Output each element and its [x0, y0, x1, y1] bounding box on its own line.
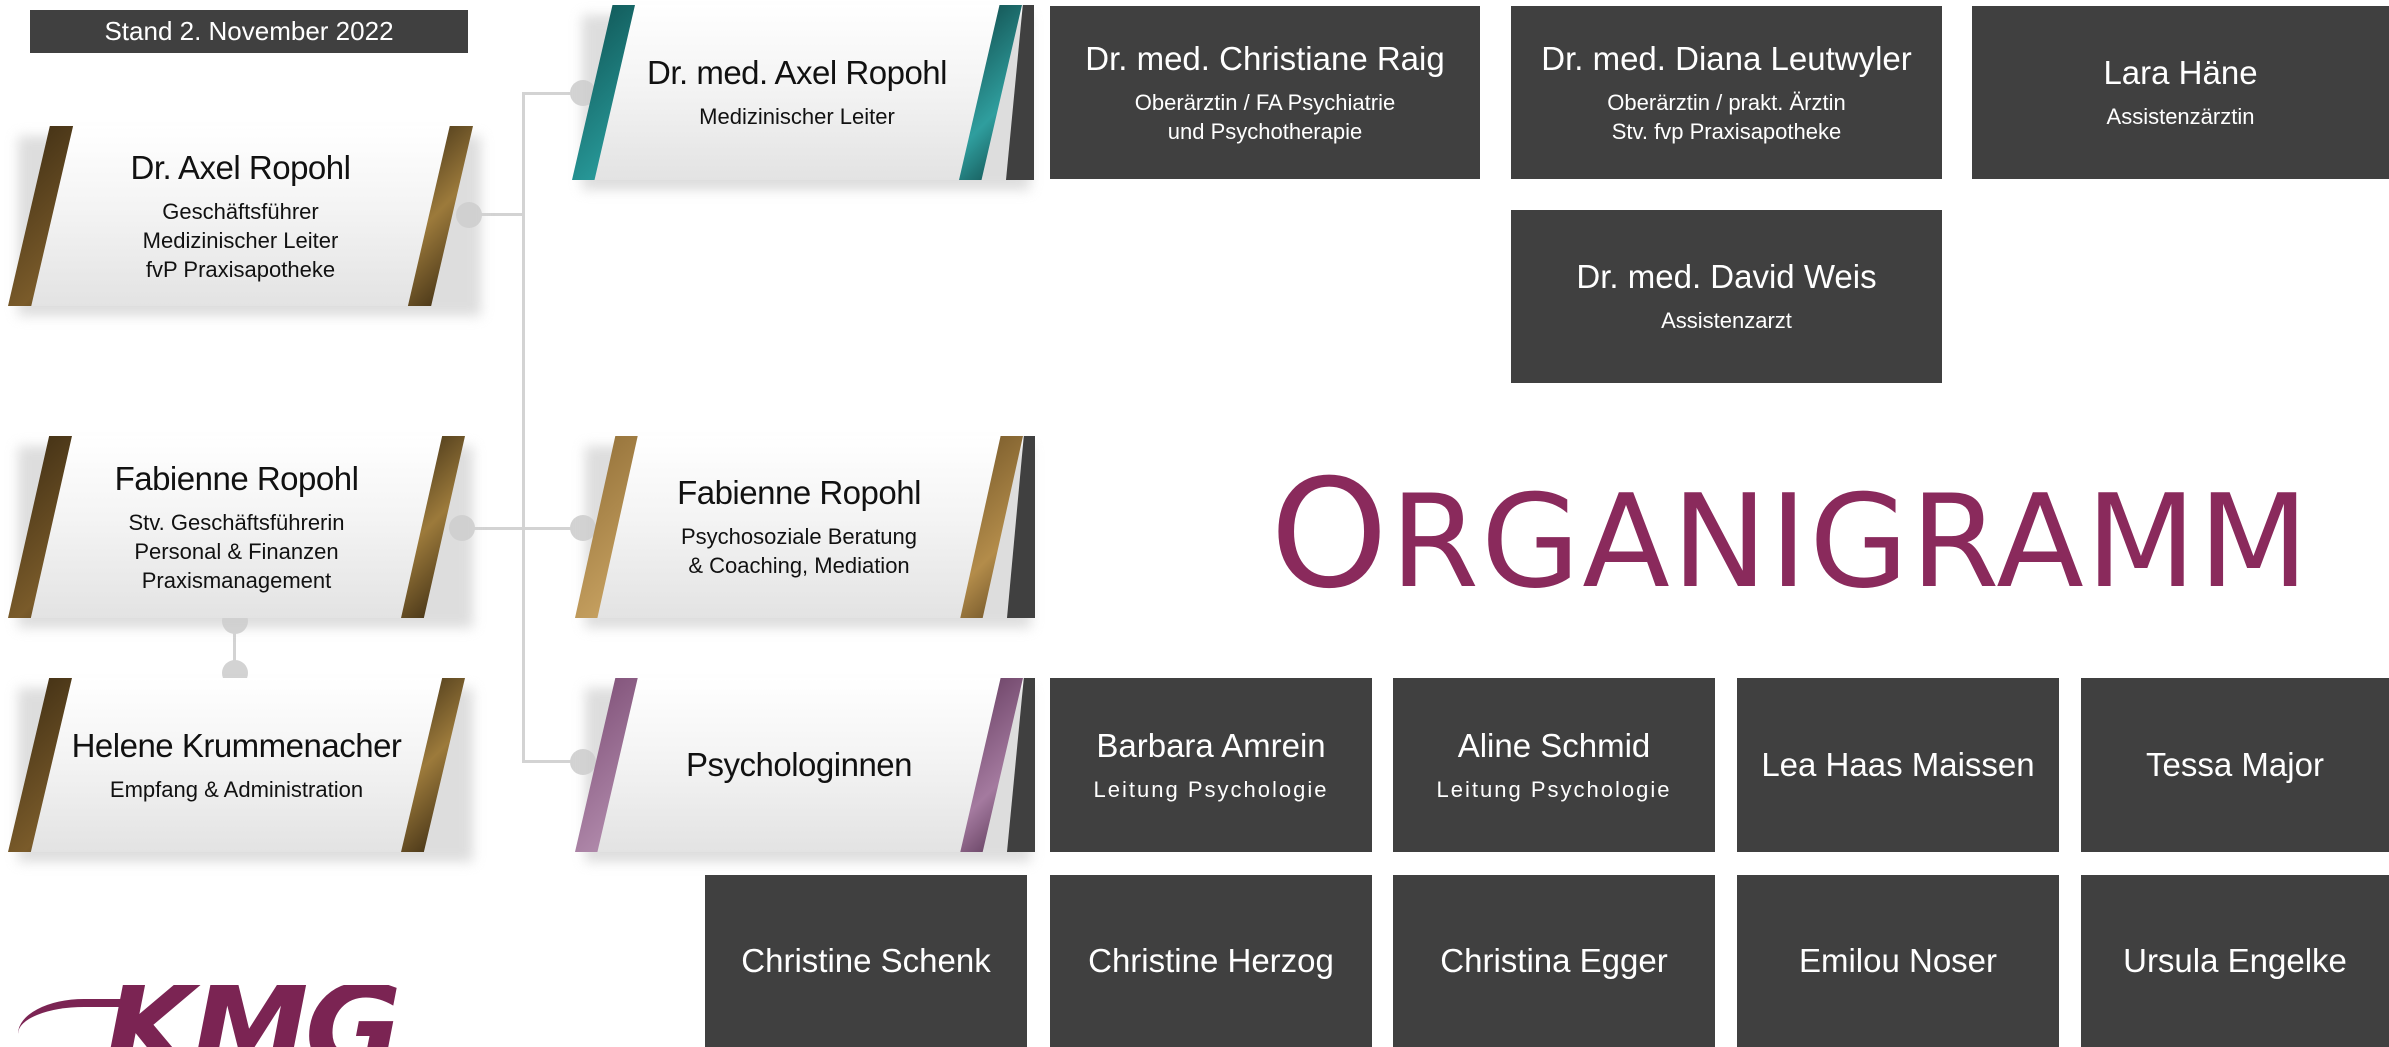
psychologist-box: Christine Herzog: [1050, 875, 1372, 1047]
card-name: Fabienne Ropohl: [677, 474, 921, 511]
logo-text: KMG: [104, 985, 402, 1047]
card-psychologists: Psychologinnen: [575, 678, 1035, 862]
doctor-name: Dr. med. David Weis: [1576, 258, 1877, 295]
doctor-box: Lara Häne Assistenzärztin: [1972, 6, 2389, 179]
card-name: Dr. Axel Ropohl: [130, 148, 351, 186]
doctor-box: Dr. med. Christiane Raig Oberärztin / FA…: [1050, 6, 1480, 179]
card-medical-lead: Dr. med. Axel Ropohl Medizinischer Leite…: [572, 5, 1034, 190]
card-name: Psychologinnen: [686, 746, 913, 783]
card-reception: Helene Krummenacher Empfang & Administra…: [8, 678, 473, 862]
psychologist-box: Barbara Amrein Leitung Psychologie: [1050, 678, 1372, 852]
psychologist-role: Leitung Psychologie: [1436, 776, 1672, 802]
psychologist-name: Aline Schmid: [1457, 726, 1651, 764]
psychologist-box: Ursula Engelke: [2081, 875, 2389, 1047]
psychologist-role: Leitung Psychologie: [1093, 776, 1329, 802]
psychologist-box: Emilou Noser: [1737, 875, 2059, 1047]
doctor-role: Assistenzärztin: [2106, 104, 2255, 129]
psychologist-box: Tessa Major: [2081, 678, 2389, 852]
doctor-box: Dr. med. David Weis Assistenzarzt: [1511, 210, 1942, 383]
psychologist-name: Lea Haas Maissen: [1761, 746, 2035, 783]
psychologist-name: Christine Herzog: [1088, 942, 1334, 979]
doctor-role: Assistenzarzt: [1661, 308, 1792, 333]
card-name: Fabienne Ropohl: [114, 459, 359, 497]
date-stamp: Stand 2. November 2022: [30, 10, 468, 53]
card-role: Medizinischer Leiter: [699, 104, 895, 129]
card-deputy-director: Fabienne Ropohl Stv. Geschäftsführerin P…: [8, 436, 473, 628]
psychologist-name: Emilou Noser: [1798, 942, 1998, 979]
psychologist-name: Tessa Major: [2146, 746, 2324, 783]
doctor-name: Dr. med. Christiane Raig: [1085, 39, 1445, 77]
psychologist-box: Christina Egger: [1393, 875, 1715, 1047]
connector-line: [522, 92, 525, 762]
card-managing-director: Dr. Axel Ropohl Geschäftsführer Medizini…: [8, 126, 481, 316]
card-role: Stv. Geschäftsführerin Personal & Finanz…: [128, 509, 345, 593]
psychologist-name: Christina Egger: [1440, 942, 1668, 979]
doctor-box: Dr. med. Diana Leutwyler Oberärztin / pr…: [1511, 6, 1942, 179]
doctor-name: Lara Häne: [2103, 54, 2258, 91]
doctor-name: Dr. med. Diana Leutwyler: [1541, 39, 1912, 77]
card-psychosocial: Fabienne Ropohl Psychosoziale Beratung &…: [575, 436, 1035, 628]
card-name: Helene Krummenacher: [71, 726, 402, 764]
doctor-role: Oberärztin / prakt. Ärztin Stv. fvp Prax…: [1607, 89, 1846, 144]
card-role: Geschäftsführer Medizinischer Leiter fvP…: [142, 198, 339, 282]
psychologist-box: Aline Schmid Leitung Psychologie: [1393, 678, 1715, 852]
psychologist-box: Christine Schenk: [705, 875, 1027, 1047]
kmg-logo: KMG: [18, 985, 438, 1047]
page-title: ORGANIGRAMM: [1270, 448, 2311, 622]
psychologist-box: Lea Haas Maissen: [1737, 678, 2059, 852]
psychologist-name: Christine Schenk: [741, 942, 991, 979]
psychologist-name: Ursula Engelke: [2123, 942, 2347, 979]
doctor-role: Oberärztin / FA Psychiatrie und Psychoth…: [1134, 89, 1396, 144]
card-name: Dr. med. Axel Ropohl: [647, 54, 948, 91]
psychologist-name: Barbara Amrein: [1096, 726, 1326, 764]
connector-line: [462, 527, 582, 530]
card-role: Empfang & Administration: [109, 776, 364, 802]
card-role: Psychosoziale Beratung & Coaching, Media…: [680, 524, 918, 578]
